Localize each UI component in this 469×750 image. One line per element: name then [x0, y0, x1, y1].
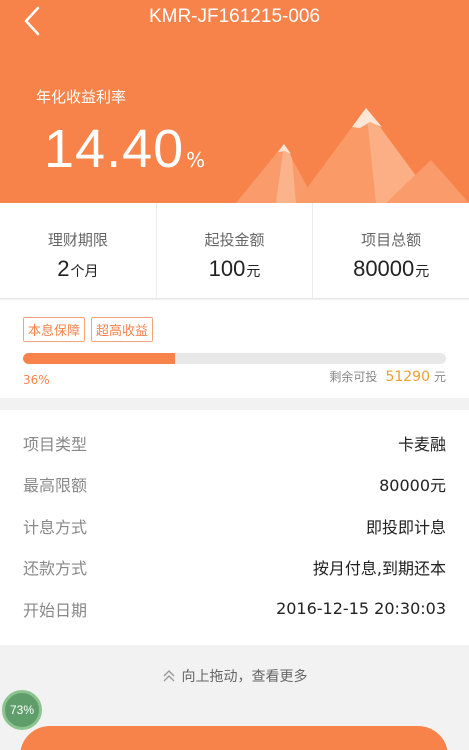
progress-percent: 36%: [23, 373, 50, 387]
stat-label: 起投金额: [204, 231, 265, 249]
stat-number: 80000: [353, 256, 415, 281]
project-details: 项目类型 卡麦融 最高限额 80000元 计息方式 即投即计息 还款方式 按月付…: [0, 410, 469, 645]
stat-label: 项目总额: [361, 231, 422, 249]
pull-hint-text: 向上拖动，查看更多: [181, 669, 308, 685]
stat-unit: 元: [246, 264, 261, 280]
remain-amount: 51290: [385, 369, 430, 385]
remaining-amount: 剩余可投 51290 元: [329, 368, 446, 385]
detail-row-type: 项目类型 卡麦融: [0, 422, 469, 464]
stat-term: 理财期限 2个月: [0, 203, 157, 298]
stat-total-amount: 项目总额 80000元: [313, 203, 469, 298]
detail-label: 最高限额: [23, 476, 88, 496]
rate-label: 年化收益利率: [36, 88, 127, 106]
double-chevron-up-icon: [163, 670, 174, 682]
remain-unit: 元: [433, 370, 446, 384]
detail-row-repayment: 还款方式 按月付息,到期还本: [0, 547, 469, 589]
detail-row-interest-method: 计息方式 即投即计息: [0, 505, 469, 547]
page-title: KMR-JF161215-006: [148, 6, 321, 27]
feature-tags: 本息保障 超高收益: [23, 317, 159, 342]
mountain-illustration: [236, 108, 469, 203]
rate-display: 14.40%: [44, 118, 205, 180]
detail-value: 2016-12-15 20:30:03: [276, 599, 446, 619]
detail-value: 即投即计息: [365, 517, 446, 537]
detail-value: 按月付息,到期还本: [312, 559, 446, 579]
detail-label: 开始日期: [23, 600, 88, 620]
pull-up-hint[interactable]: 向上拖动，查看更多: [0, 646, 469, 706]
tag-principal-guarantee: 本息保障: [23, 317, 86, 342]
detail-label: 计息方式: [23, 517, 88, 537]
stat-label: 理财期限: [47, 231, 108, 249]
stat-unit: 个月: [70, 264, 99, 280]
detail-row-start-date: 开始日期 2016-12-15 20:30:03: [0, 588, 469, 630]
tag-high-yield: 超高收益: [91, 317, 154, 342]
stat-value: 100元: [157, 256, 313, 282]
progress-bar: [23, 353, 446, 364]
floating-progress-badge[interactable]: 73%: [2, 690, 42, 730]
invest-button[interactable]: [20, 726, 448, 750]
stat-value: 2个月: [0, 256, 156, 282]
stat-number: 100: [208, 256, 246, 281]
progress-panel: 本息保障 超高收益 36% 剩余可投 51290 元: [0, 300, 469, 398]
detail-label: 还款方式: [23, 559, 88, 579]
detail-value: 卡麦融: [397, 434, 446, 454]
stat-min-investment: 起投金额 100元: [157, 203, 314, 298]
hero-banner: KMR-JF161215-006 年化收益利率 14.40%: [0, 0, 469, 203]
rate-unit: %: [186, 148, 206, 172]
detail-value: 80000元: [379, 476, 446, 496]
stat-unit: 元: [415, 264, 430, 280]
remain-label: 剩余可投: [329, 370, 378, 384]
progress-bar-fill: [23, 353, 176, 364]
detail-row-max-limit: 最高限额 80000元: [0, 464, 469, 506]
detail-label: 项目类型: [23, 434, 88, 454]
stat-value: 80000元: [313, 256, 469, 282]
stat-number: 2: [57, 256, 70, 281]
rate-value: 14.40: [44, 119, 185, 179]
product-stats: 理财期限 2个月 起投金额 100元 项目总额 80000元: [0, 203, 469, 299]
